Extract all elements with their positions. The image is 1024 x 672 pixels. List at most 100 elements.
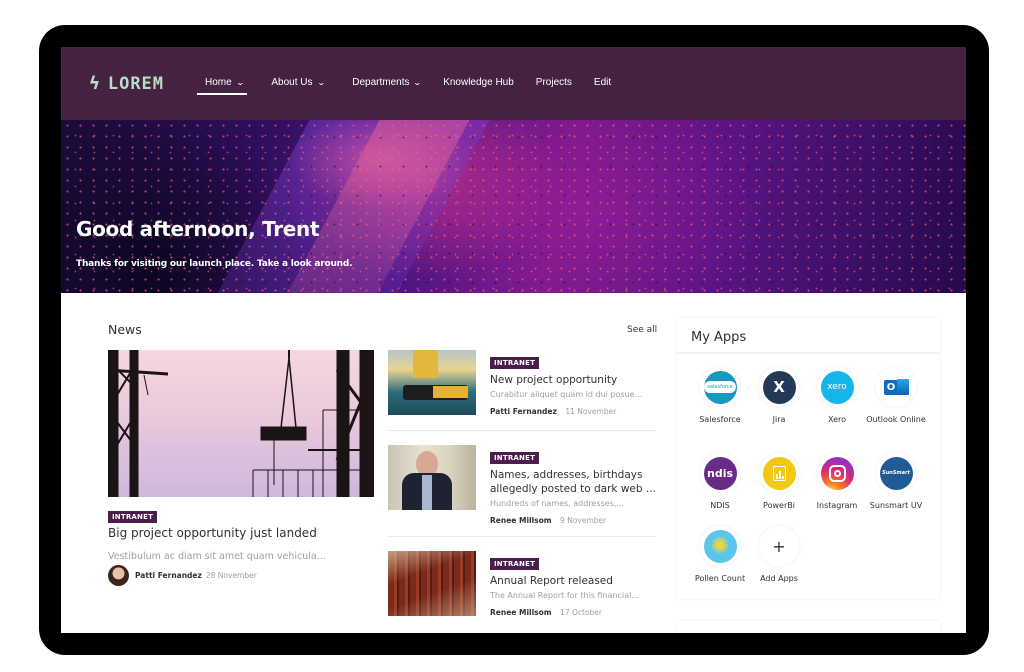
featured-news-image[interactable]: [108, 350, 374, 497]
app-jira[interactable]: X Jira: [749, 367, 809, 426]
app-label: PowerBi: [763, 501, 795, 510]
see-all-link[interactable]: See all: [627, 325, 657, 335]
news-item-text: INTRANET New project opportunity Curabit…: [490, 352, 656, 419]
divider: [388, 430, 656, 431]
news-headline[interactable]: Annual Report released: [490, 574, 656, 588]
app-ndis[interactable]: ndis NDIS: [690, 453, 750, 512]
app-sunsmart-uv[interactable]: SunSmart Sunsmart UV: [866, 453, 926, 512]
add-apps-button[interactable]: + Add Apps: [749, 526, 809, 585]
nav-item-home[interactable]: Home ⌄: [196, 77, 248, 95]
ndis-icon: ndis: [700, 453, 740, 493]
app-pollen-count[interactable]: ✺ Pollen Count: [690, 526, 750, 585]
outlook-envelope: [896, 379, 909, 395]
app-label: Outlook Online: [866, 415, 926, 424]
nav-item-projects[interactable]: Projects: [536, 77, 572, 88]
news-meta: Patti Fernandez 11 November: [490, 401, 656, 419]
app-powerbi[interactable]: PowerBi: [749, 453, 809, 512]
salesforce-wordmark: salesforce: [704, 381, 736, 393]
nav-item-about-us[interactable]: About Us ⌄: [271, 77, 325, 88]
logo-text: LOREM: [107, 73, 165, 94]
category-badge[interactable]: INTRANET: [490, 452, 540, 464]
sunsmart-icon: SunSmart: [876, 453, 916, 493]
app-label: NDIS: [710, 501, 730, 510]
nav-item-knowledge-hub[interactable]: Knowledge Hub: [443, 77, 514, 88]
salesforce-icon: salesforce: [700, 367, 740, 407]
author-name: Renee Millsom: [490, 516, 552, 525]
app-label: Instagram: [816, 501, 858, 510]
news-meta: Renee Millsom 9 November: [490, 510, 656, 528]
app-salesforce[interactable]: salesforce Salesforce: [690, 367, 750, 426]
author-avatar: [108, 565, 129, 586]
news-section-title: News: [108, 322, 142, 337]
author-name: Renee Millsom: [490, 608, 552, 617]
plus-icon: +: [759, 526, 799, 566]
featured-news-headline[interactable]: Big project opportunity just landed: [108, 526, 317, 540]
my-apps-card: My Apps salesforce Salesforce X Jira xer…: [677, 318, 940, 599]
divider: [388, 536, 656, 537]
divider: [677, 352, 940, 354]
powerbi-chart-glyph: [772, 465, 786, 481]
category-badge[interactable]: INTRANET: [490, 558, 540, 570]
author-name: Patti Fernandez: [135, 571, 202, 580]
post-date: 11 November: [565, 407, 617, 416]
outlook-logo: O: [879, 370, 913, 404]
site-logo[interactable]: ϟ LOREM: [89, 73, 164, 94]
app-label: Jira: [772, 415, 786, 424]
news-headline[interactable]: New project opportunity: [490, 373, 656, 387]
plus-glyph: +: [762, 529, 796, 563]
thumbnail-detail: [388, 551, 476, 616]
app-label: Sunsmart UV: [869, 501, 923, 510]
app-label: Salesforce: [699, 415, 741, 424]
news-item[interactable]: INTRANET Annual Report released The Annu…: [388, 551, 656, 633]
app-outlook-online[interactable]: O Outlook Online: [866, 367, 926, 426]
ndis-logo: ndis: [703, 456, 737, 490]
nav-item-label: Edit: [593, 77, 612, 88]
nav-item-departments[interactable]: Departments ⌄: [352, 77, 423, 88]
news-item-text: INTRANET Annual Report released The Annu…: [490, 553, 656, 620]
my-apps-title: My Apps: [691, 330, 747, 345]
nav-menu: Home ⌄ About Us ⌄ Departments ⌄ Knowledg…: [196, 77, 633, 95]
salesforce-logo: salesforce: [703, 370, 737, 404]
featured-news-meta: Patti Fernandez 28 November: [108, 565, 257, 586]
post-date: 9 November: [560, 516, 607, 525]
xero-logo: xero: [820, 370, 854, 404]
pollen-icon: ✺: [700, 526, 740, 566]
outlook-icon: O: [876, 367, 916, 407]
intranet-page: ϟ LOREM Home ⌄ About Us ⌄ Departments ⌄ …: [61, 47, 966, 633]
chevron-down-icon: ⌄: [413, 78, 423, 87]
category-badge[interactable]: INTRANET: [108, 511, 158, 523]
nav-item-label: About Us: [271, 77, 313, 88]
post-date: 17 October: [560, 608, 602, 617]
news-thumbnail: [388, 350, 476, 415]
news-description: Curabitur aliquet quam id dui posue...: [490, 390, 643, 399]
nav-item-label: Knowledge Hub: [443, 77, 514, 88]
app-xero[interactable]: xero Xero: [807, 367, 867, 426]
news-description: The Annual Report for this financial...: [490, 591, 639, 600]
jira-icon: X: [759, 367, 799, 407]
construction-silhouette: [108, 350, 374, 497]
news-thumbnail: [388, 551, 476, 616]
greeting-title: Good afternoon, Trent: [76, 217, 320, 241]
pollen-logo: ✺: [703, 529, 737, 563]
instagram-camera-glyph: [828, 464, 846, 482]
xero-icon: xero: [817, 367, 857, 407]
app-label: Pollen Count: [694, 574, 746, 583]
greeting-subtitle: Thanks for visiting our launch place. Ta…: [76, 259, 353, 269]
instagram-logo: [820, 456, 854, 490]
instagram-icon: [817, 453, 857, 493]
news-description: Hundreds of names, addresses,...: [490, 499, 624, 508]
sunsmart-logo: SunSmart: [879, 456, 913, 490]
nav-item-label: Projects: [535, 77, 572, 88]
nav-item-label: Departments: [352, 77, 410, 88]
category-badge[interactable]: INTRANET: [490, 357, 540, 369]
news-meta: Renee Millsom 17 October: [490, 602, 656, 620]
app-instagram[interactable]: Instagram: [807, 453, 867, 512]
nav-item-label: Home: [205, 77, 232, 88]
featured-news-description: Vestibulum ac diam sit amet quam vehicul…: [108, 551, 326, 562]
author-name: Patti Fernandez: [490, 407, 557, 416]
news-headline[interactable]: Names, addresses, birthdays allegedly po…: [490, 468, 656, 496]
secondary-card: [677, 621, 940, 633]
news-item[interactable]: INTRANET Names, addresses, birthdays all…: [388, 445, 656, 540]
nav-item-edit[interactable]: Edit: [594, 77, 611, 88]
powerbi-logo: [762, 456, 796, 490]
